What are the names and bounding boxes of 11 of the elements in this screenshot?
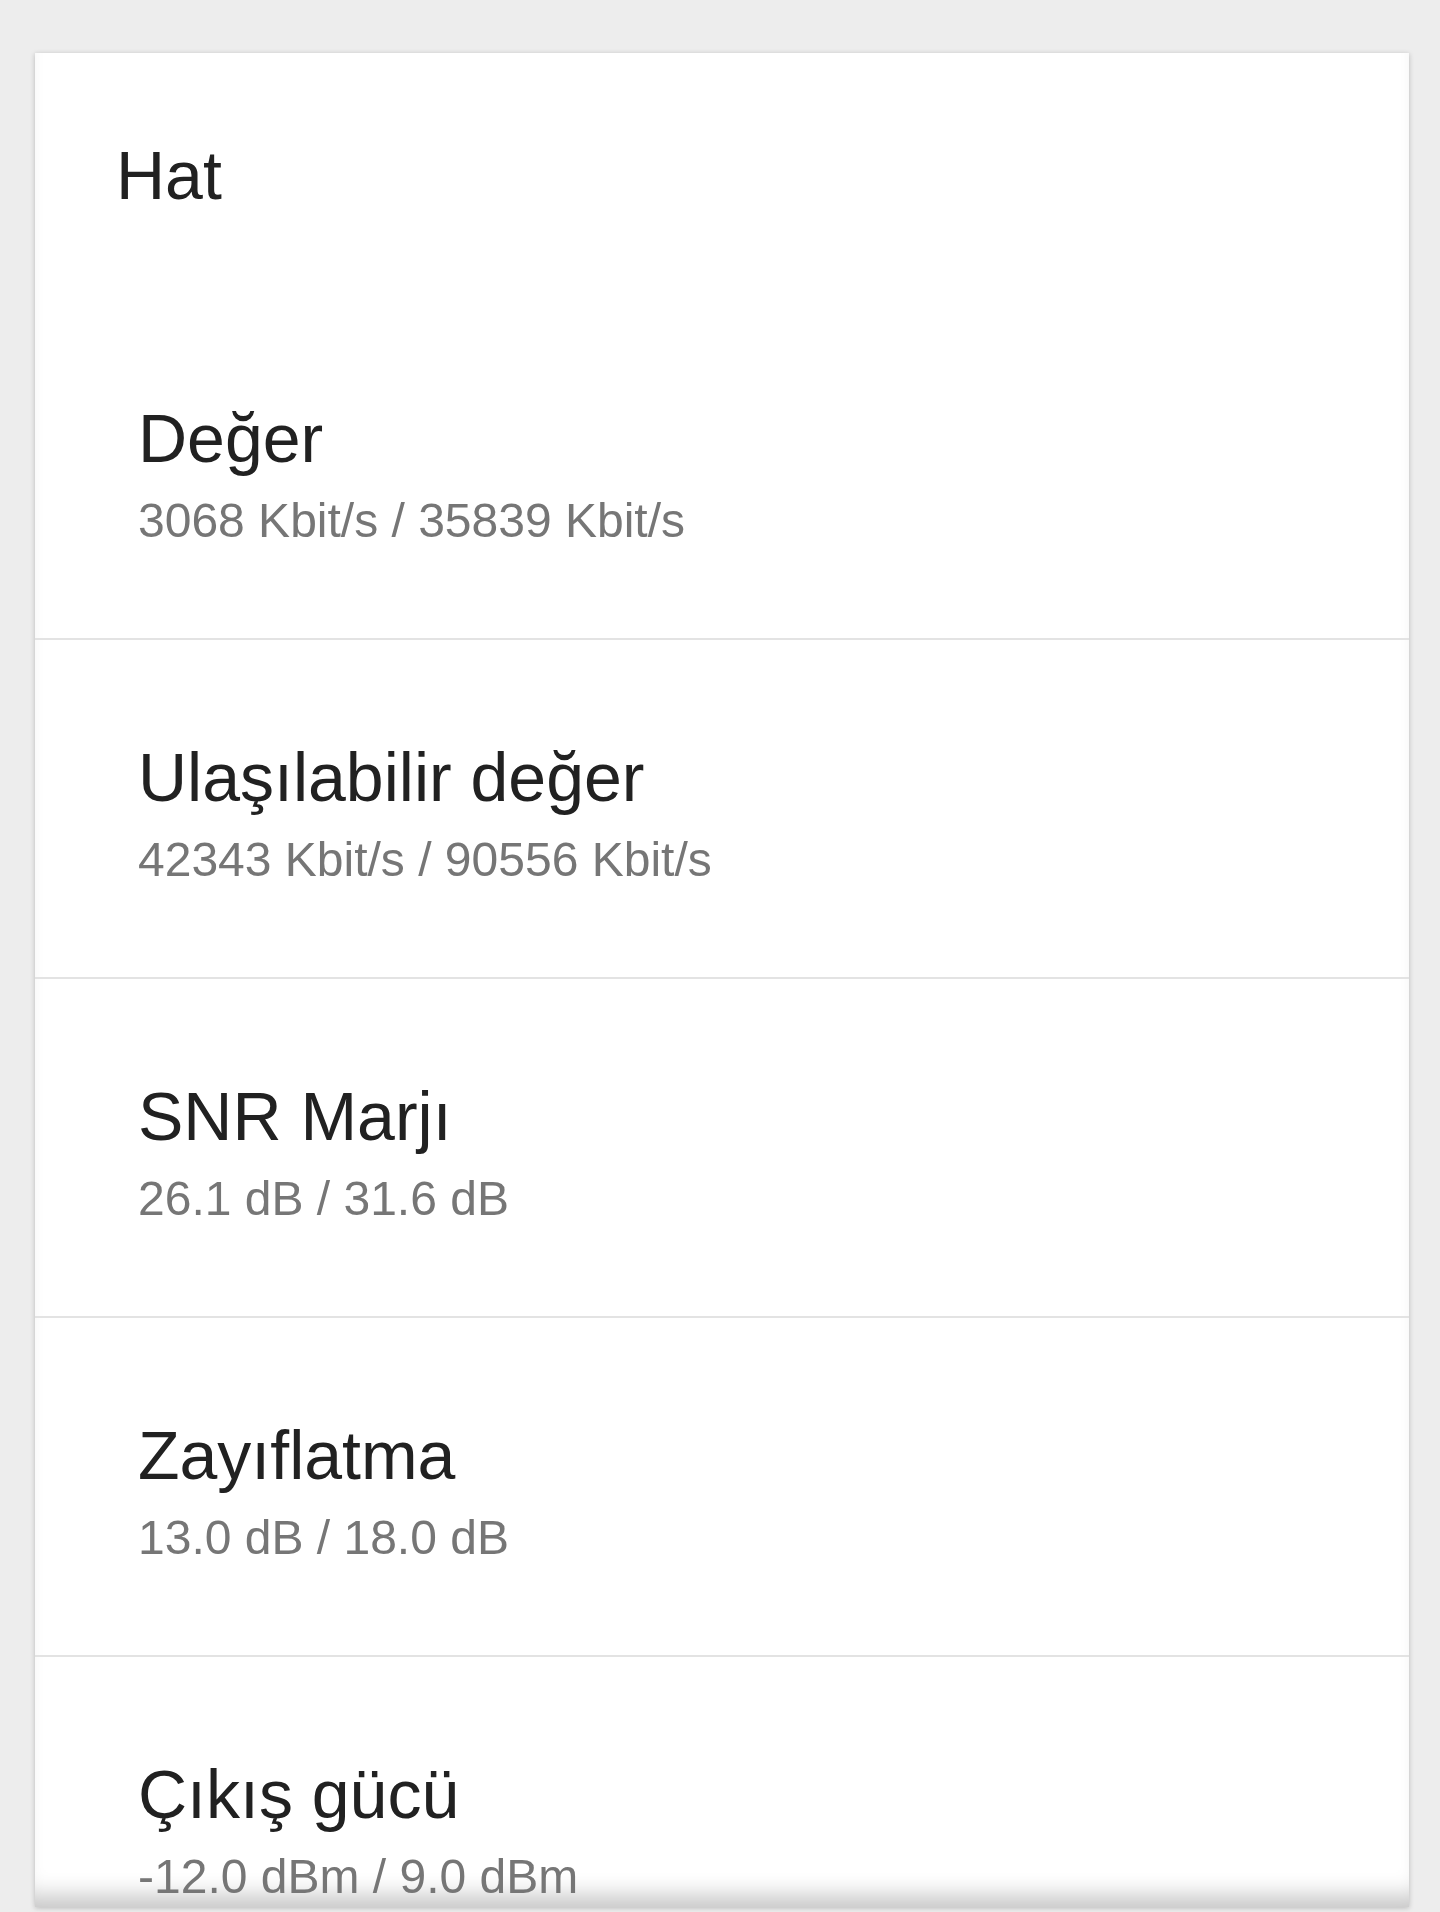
stat-label: Değer [138,399,324,478]
stat-value: 13.0 dB / 18.0 dB [138,1510,509,1566]
stat-value: 3068 Kbit/s / 35839 Kbit/s [138,493,686,549]
stat-value: 26.1 dB / 31.6 dB [138,1171,509,1227]
stat-label: SNR Marjı [138,1077,452,1156]
stat-value: -12.0 dBm / 9.0 dBm [138,1849,579,1905]
stat-label: Zayıflatma [138,1416,456,1495]
section-title: Hat [116,136,222,215]
stat-label: Ulaşılabilir değer [138,738,645,817]
stat-value: 42343 Kbit/s / 90556 Kbit/s [138,832,712,888]
stat-label: Çıkış gücü [138,1755,460,1834]
